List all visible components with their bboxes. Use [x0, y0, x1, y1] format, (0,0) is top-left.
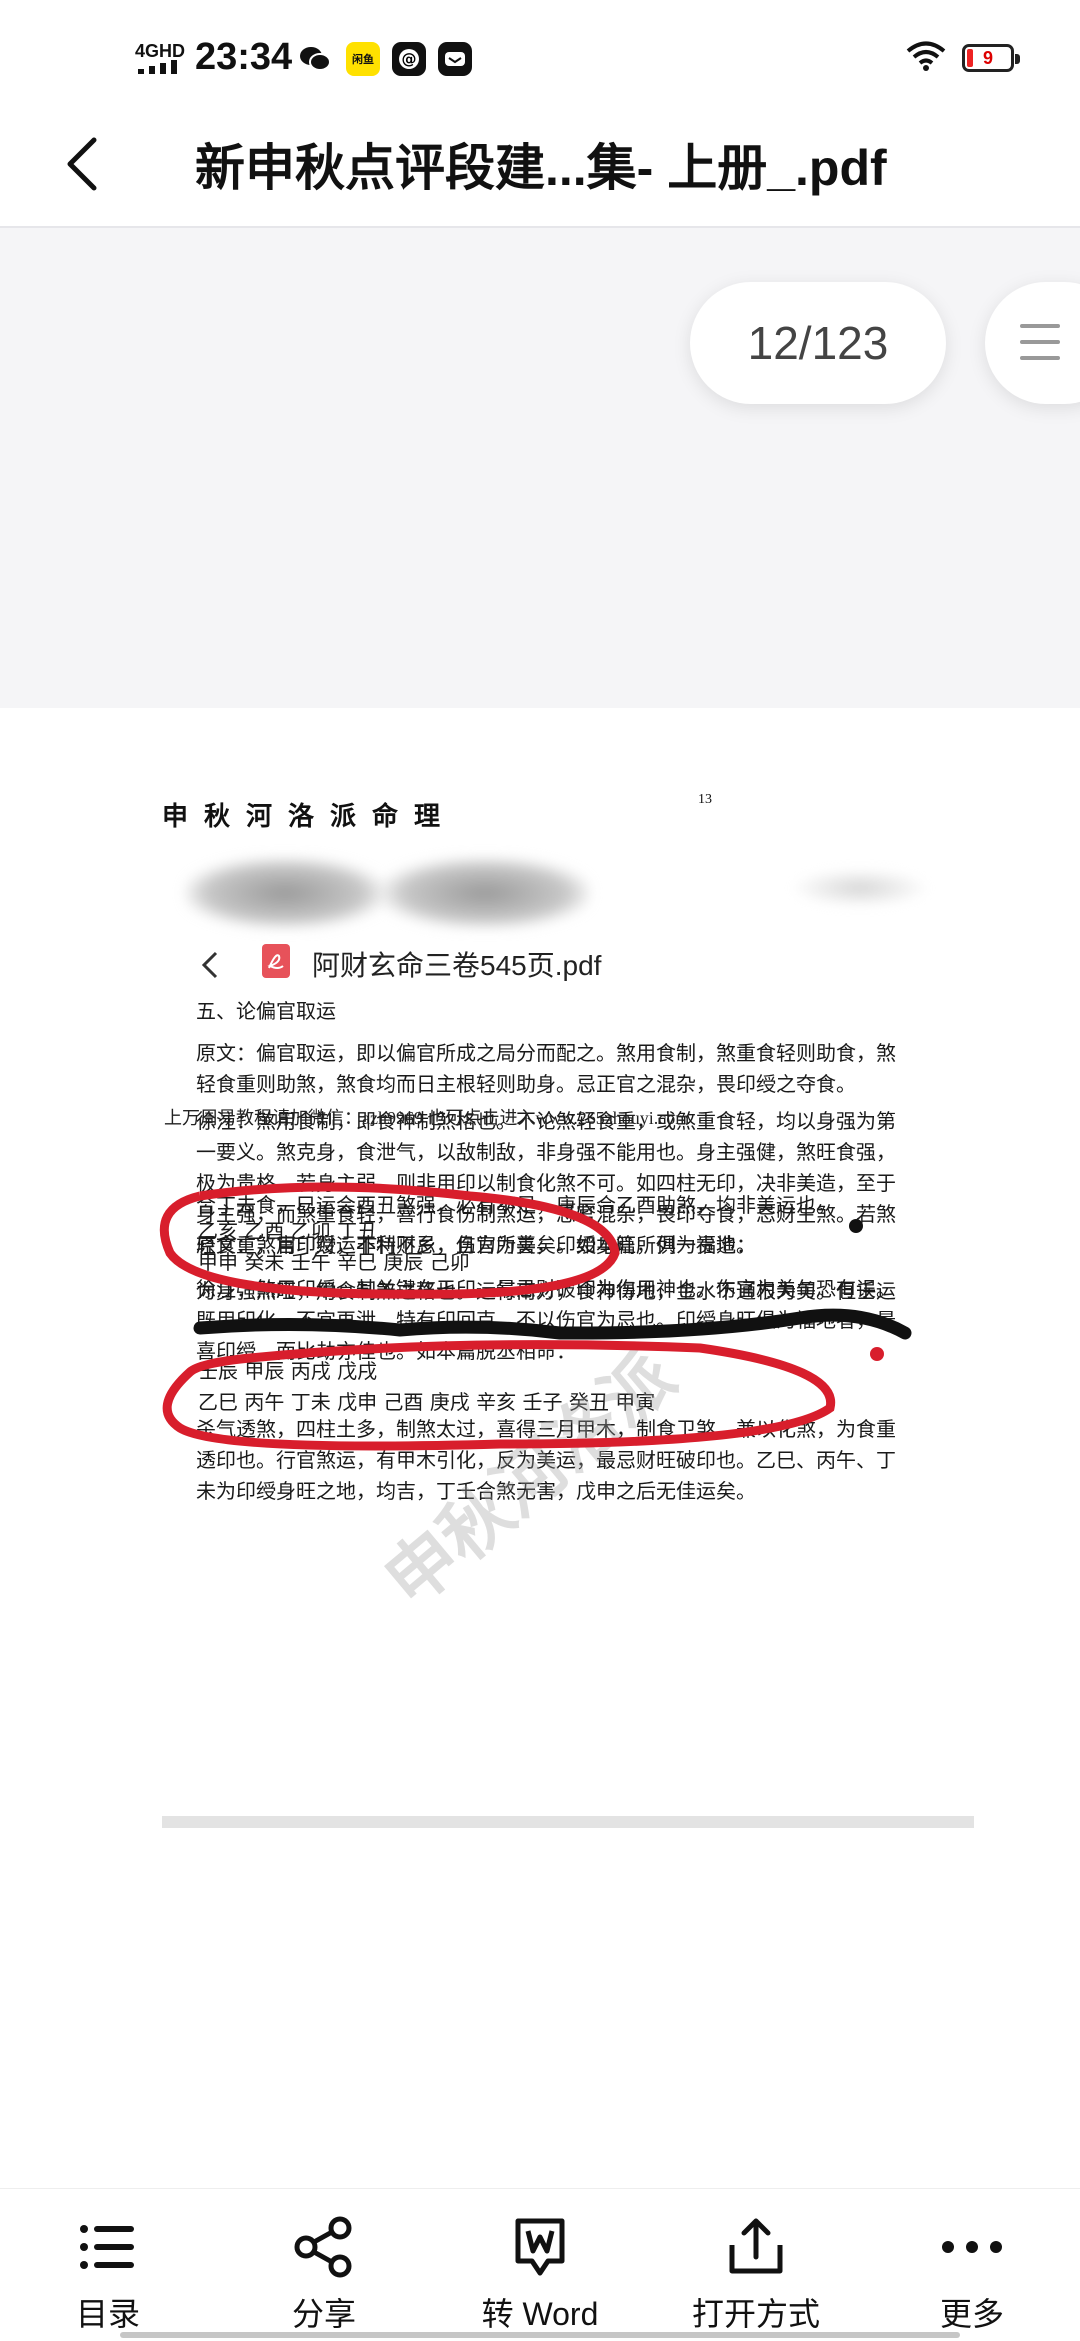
black-strikethrough — [193, 1308, 912, 1340]
outline-button[interactable] — [985, 282, 1080, 404]
message-app-icon — [438, 42, 472, 76]
chevron-left-icon — [67, 137, 97, 191]
list-icon — [80, 2225, 134, 2269]
toolbar-label: 打开方式 — [691, 2296, 820, 2332]
at-app-icon: @ — [392, 42, 426, 76]
app-header: 新申秋点评段建...集- 上册_.pdf — [0, 100, 1080, 228]
red-dot — [870, 1347, 884, 1361]
battery-icon: 9 — [962, 44, 1020, 72]
red-circle-annotation — [159, 1182, 620, 1299]
page-indicator[interactable]: 12/123 — [690, 282, 946, 404]
annotation-layer — [159, 1182, 912, 1451]
word-icon — [515, 2218, 565, 2276]
document-title: 新申秋点评段建...集- 上册_.pdf — [195, 140, 887, 196]
more-button[interactable]: 更多 — [864, 2189, 1080, 2341]
convert-word-button[interactable]: 转 Word — [432, 2189, 648, 2341]
signal-icon — [138, 60, 182, 74]
home-indicator[interactable] — [120, 2332, 960, 2338]
wechat-icon — [298, 42, 332, 76]
back-button[interactable] — [58, 134, 108, 194]
open-with-button[interactable]: 打开方式 — [648, 2189, 864, 2341]
xianyu-icon: 闲鱼 — [346, 42, 380, 76]
toc-button[interactable]: 目录 — [0, 2189, 216, 2341]
toolbar-label: 目录 — [75, 2296, 140, 2332]
ink-dot — [849, 1219, 863, 1233]
network-type: 4GHD — [135, 41, 186, 61]
wifi-icon — [905, 40, 947, 76]
open-with-icon — [729, 2218, 783, 2274]
share-button[interactable]: 分享 — [216, 2189, 432, 2341]
battery-level: 9 — [982, 48, 993, 68]
clock: 23:34 — [195, 36, 293, 78]
bottom-toolbar: 目录 分享 转 Word 打开方式 更多 — [0, 2188, 1080, 2341]
svg-text:@: @ — [402, 50, 417, 68]
toolbar-label: 更多 — [939, 2296, 1004, 2332]
pdf-page[interactable]: 申秋河洛派命理 13 阿财玄命三卷545页.pdf 五、论偏官取运 原文：偏官取… — [0, 708, 1080, 2188]
toolbar-label: 转 Word — [481, 2296, 599, 2332]
toolbar-label: 分享 — [291, 2296, 356, 2332]
more-icon — [942, 2241, 1002, 2253]
share-icon — [294, 2216, 352, 2278]
status-bar: 4GHD 23:34 闲鱼 @ 9 — [0, 0, 1080, 100]
red-circle-annotation — [162, 1340, 836, 1451]
